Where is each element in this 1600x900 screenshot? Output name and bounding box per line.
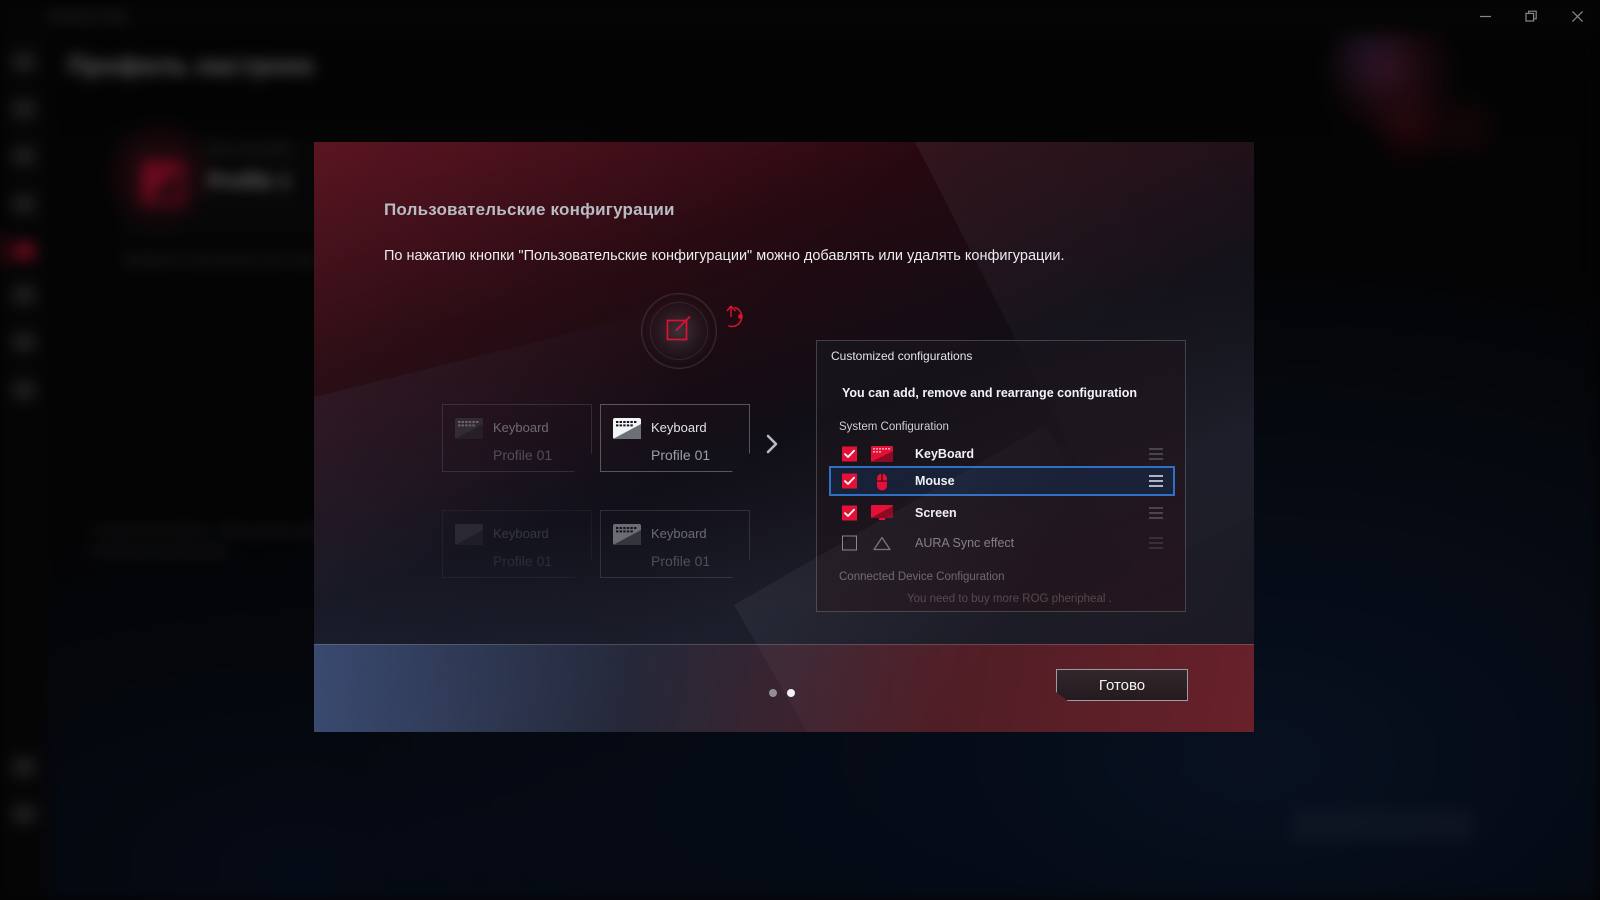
mouse-icon: [871, 473, 893, 491]
keyboard-icon: [455, 524, 483, 545]
drag-handle-icon[interactable]: [1149, 448, 1163, 460]
keyboard-icon: [455, 418, 483, 439]
click-gesture-icon: [724, 300, 754, 339]
card-profile-label: Profile 01: [651, 447, 711, 463]
checkbox-mouse[interactable]: [842, 473, 857, 489]
chevron-right-icon[interactable]: [764, 432, 780, 461]
keyboard-icon: [613, 418, 641, 439]
card-device-label: Keyboard: [493, 526, 549, 541]
profile-card-item[interactable]: Keyboard Profile 01: [600, 404, 750, 472]
keyboard-icon: [871, 446, 893, 462]
drag-handle-icon[interactable]: [1149, 507, 1163, 519]
profile-card-item[interactable]: Keyboard Profile 01: [442, 510, 592, 578]
card-profile-label: Profile 01: [493, 447, 553, 463]
pagination-dot[interactable]: [769, 689, 777, 697]
drag-handle-icon[interactable]: [1149, 537, 1163, 549]
done-button[interactable]: Готово: [1056, 669, 1188, 701]
overlay-title: Пользовательские конфигурации: [384, 200, 675, 219]
profile-card-item[interactable]: Keyboard Profile 01: [600, 510, 750, 578]
drag-handle-icon[interactable]: [1149, 475, 1163, 487]
pagination-dot-active[interactable]: [787, 689, 795, 697]
screen: Armoury Crate Профиль настроек ◩ Имя нас…: [0, 0, 1600, 900]
tutorial-overlay: Пользовательские конфигурации По нажатию…: [314, 142, 1254, 732]
edit-pulse-indicator: [641, 293, 717, 369]
overlay-description: По нажатию кнопки "Пользовательские конф…: [384, 248, 1065, 264]
config-group-system: System Configuration: [839, 421, 949, 433]
overlay-footer: Готово: [314, 425, 1254, 732]
config-panel-subtitle: You can add, remove and rearrange config…: [842, 386, 1137, 400]
card-profile-label: Profile 01: [651, 553, 711, 569]
card-device-label: Keyboard: [493, 420, 549, 435]
card-profile-label: Profile 01: [493, 553, 553, 569]
card-device-label: Keyboard: [651, 526, 707, 541]
profile-card-item[interactable]: Keyboard Profile 01: [442, 404, 592, 472]
config-row-label: KeyBoard: [915, 447, 975, 461]
card-device-label: Keyboard: [651, 420, 707, 435]
checkbox-screen[interactable]: [842, 505, 857, 521]
checkbox-keyboard[interactable]: [842, 446, 857, 462]
keyboard-icon: [613, 524, 641, 545]
config-panel-header: Customized configurations: [831, 349, 973, 363]
edit-square-icon: [664, 314, 694, 349]
pagination-dots: [769, 689, 795, 697]
